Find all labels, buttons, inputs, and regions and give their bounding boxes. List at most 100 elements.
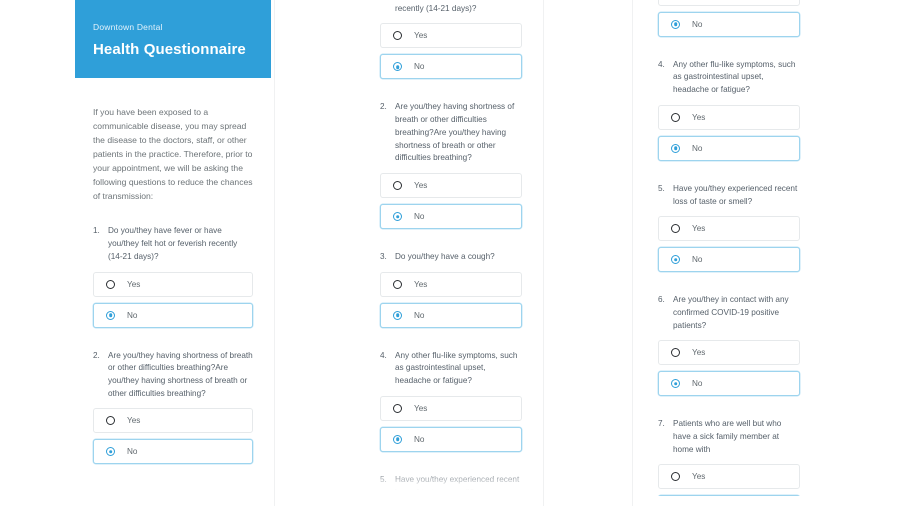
column-divider-1 (274, 0, 275, 506)
question-text: Are you/they having shortness of breath … (108, 350, 253, 398)
question-text: Any other flu-like symptoms, such as gas… (395, 350, 518, 386)
card-body: If you have been exposed to a communicab… (640, 0, 818, 496)
question-row: 6. Are you/they in contact with any confi… (658, 294, 800, 332)
radio-selected-icon[interactable] (393, 212, 402, 221)
option-label: Yes (414, 279, 428, 289)
radio-unselected-icon[interactable] (393, 31, 402, 41)
radio-unselected-icon[interactable] (393, 403, 402, 413)
option-label: Yes (692, 348, 706, 358)
question-number: 2. (93, 350, 100, 360)
question-text: Have you/they experienced recent loss of… (673, 183, 798, 206)
option-no[interactable]: No (658, 11, 800, 37)
radio-selected-icon[interactable] (393, 62, 402, 72)
question-block: 2. Are you/they having shortness of breat… (380, 101, 522, 229)
option-group: Yes No (658, 104, 800, 161)
option-group: Yes No (380, 23, 522, 80)
radio-unselected-icon[interactable] (671, 348, 680, 358)
option-label: No (414, 434, 425, 444)
question-number: 6. (658, 295, 665, 305)
radio-selected-icon[interactable] (393, 434, 402, 444)
question-row: 4. Any other flu-like symptoms, such as g… (658, 59, 800, 97)
form-column-3: Downtown DentalHealth QuestionnaireIf yo… (640, 0, 818, 496)
radio-selected-icon[interactable] (671, 255, 680, 265)
question-block: 1. Do you/they have fever or have you/the… (93, 225, 253, 328)
radio-unselected-icon[interactable] (393, 181, 402, 190)
radio-selected-icon[interactable] (671, 379, 680, 389)
radio-unselected-icon[interactable] (671, 112, 680, 122)
option-no[interactable]: No (658, 495, 800, 496)
question-number: 1. (93, 226, 100, 236)
option-yes[interactable]: Yes (93, 408, 253, 434)
radio-unselected-icon[interactable] (393, 279, 402, 289)
radio-selected-icon[interactable] (671, 19, 680, 29)
option-yes[interactable]: Yes (658, 216, 800, 242)
option-group: Yes No (658, 464, 800, 496)
option-no[interactable]: No (93, 439, 253, 465)
option-no[interactable]: No (658, 247, 800, 273)
radio-selected-icon[interactable] (393, 310, 402, 320)
question-row: 5. Have you/they experienced recent loss … (380, 474, 522, 494)
option-no[interactable]: No (93, 302, 253, 328)
question-block: 3.Do you/they have a cough?YesNo (93, 486, 253, 492)
option-no[interactable]: No (380, 204, 522, 229)
brand-name: Downtown Dental (93, 22, 163, 32)
question-text: Do you/they have a cough? (108, 487, 208, 492)
question-row: 2. Are you/they having shortness of breat… (380, 101, 522, 165)
radio-selected-icon[interactable] (106, 447, 115, 457)
option-yes[interactable]: Yes (380, 271, 522, 297)
intro-paragraph: If you have been exposed to a communicab… (93, 107, 253, 201)
option-no[interactable]: No (380, 54, 522, 80)
option-group: Yes No (380, 173, 522, 229)
question-text: Do you/they have a cough? (395, 252, 495, 261)
option-label: No (414, 310, 425, 320)
question-row: 5. Have you/they experienced recent loss … (658, 183, 800, 208)
option-group: Yes No (380, 395, 522, 452)
form-pane-2: Downtown DentalHealth QuestionnaireIf yo… (362, 0, 540, 494)
option-no[interactable]: No (658, 135, 800, 161)
question-block: 4. Any other flu-like symptoms, such as g… (658, 59, 800, 161)
form-column-1: Downtown Dental Health Questionnaire If yo… (75, 0, 271, 492)
radio-selected-icon[interactable] (106, 310, 115, 320)
question-text: Have you/they experienced recent loss of… (395, 474, 520, 494)
question-number: 4. (658, 59, 665, 69)
option-yes[interactable]: Yes (380, 173, 522, 198)
form-pane-3: Downtown DentalHealth QuestionnaireIf yo… (640, 0, 818, 496)
question-text: Any other flu-like symptoms, such as gas… (673, 59, 796, 95)
form-pane-1: Downtown Dental Health Questionnaire If yo… (75, 0, 271, 492)
option-label: No (692, 19, 703, 29)
option-label: No (692, 143, 703, 153)
radio-selected-icon[interactable] (671, 143, 680, 153)
option-label: No (414, 62, 425, 72)
card-body: If you have been exposed to a communicab… (362, 0, 540, 494)
question-block: 5. Have you/they experienced recent loss … (380, 474, 522, 494)
questionnaire-page: Downtown Dental Health Questionnaire If yo… (0, 0, 900, 506)
option-label: Yes (414, 181, 428, 190)
option-label: Yes (692, 224, 706, 234)
option-yes[interactable]: Yes (380, 395, 522, 421)
option-no[interactable]: No (658, 371, 800, 397)
question-number: 3. (93, 487, 100, 492)
radio-unselected-icon[interactable] (671, 224, 680, 234)
radio-unselected-icon[interactable] (671, 472, 680, 482)
option-label: No (692, 379, 703, 389)
option-yes[interactable]: Yes (658, 104, 800, 130)
option-yes[interactable]: Yes (93, 271, 253, 297)
radio-unselected-icon[interactable] (106, 279, 115, 289)
option-yes[interactable]: Yes (658, 464, 800, 490)
option-no[interactable]: No (380, 426, 522, 452)
option-label: Yes (692, 472, 706, 482)
radio-unselected-icon[interactable] (106, 416, 115, 426)
question-row: 2. Are you/they having shortness of breat… (93, 350, 253, 401)
question-block: 3.Do you/they have a cough? Yes No (380, 251, 522, 328)
option-group: Yes No (658, 0, 800, 37)
question-row: 1.Do you/they have fever or have you/the… (380, 0, 522, 15)
option-label: Yes (692, 112, 706, 122)
option-no[interactable]: No (380, 302, 522, 328)
option-yes[interactable]: Yes (380, 23, 522, 49)
option-group: Yes No (380, 271, 522, 328)
question-text: Do you/they have fever or have you/they … (395, 0, 493, 13)
option-yes[interactable]: Yes (658, 0, 800, 6)
question-row: 3. Do you/they have a cough? (380, 251, 522, 264)
column-divider-3 (632, 0, 633, 506)
option-yes[interactable]: Yes (658, 340, 800, 366)
